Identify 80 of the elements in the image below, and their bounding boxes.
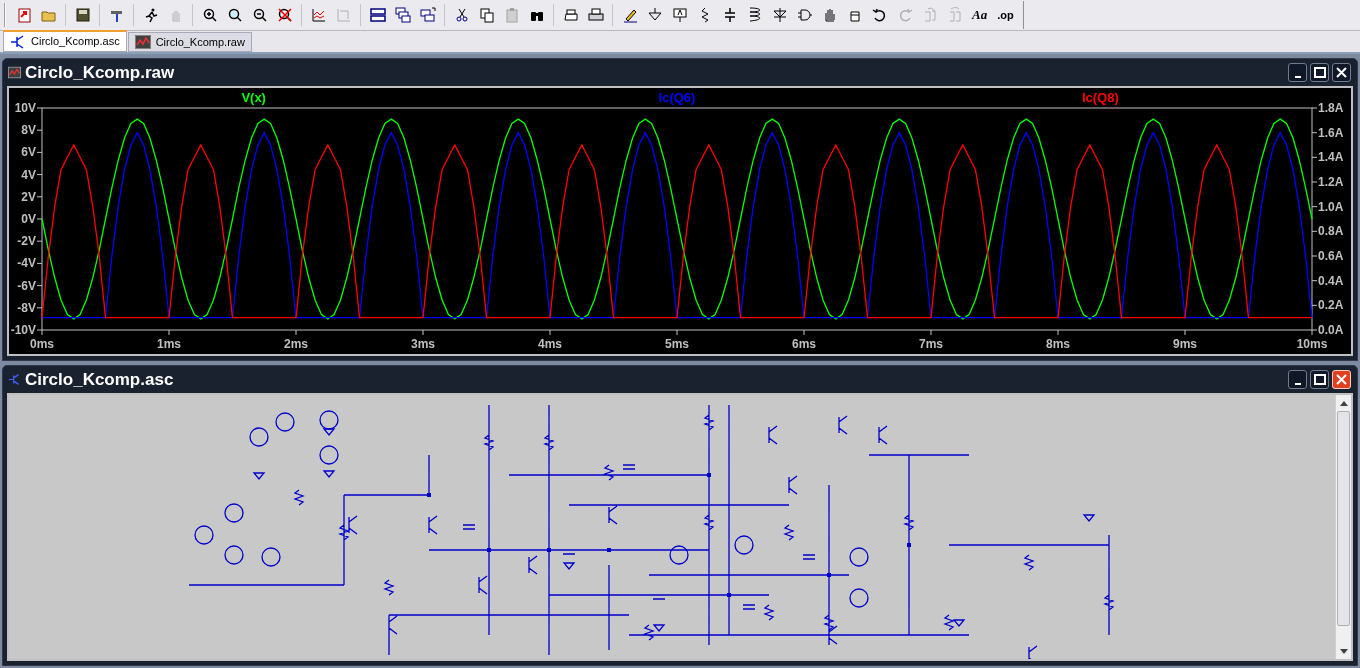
- maximize-button[interactable]: [1310, 63, 1329, 82]
- plot-settings-icon: [335, 7, 352, 23]
- print-preview-icon: [562, 7, 579, 23]
- maximize-icon: [1312, 65, 1327, 80]
- axis-tick-label: 5ms: [665, 337, 689, 351]
- trace-label: V(x): [241, 90, 266, 105]
- waveform-icon: [8, 66, 21, 79]
- minimize-button[interactable]: [1288, 63, 1307, 82]
- font-button[interactable]: Aa: [968, 3, 992, 27]
- document-tab[interactable]: Circlo_Kcomp.raw: [127, 32, 252, 52]
- window-arrange-icon: [419, 7, 436, 23]
- axis-tick-label: 9ms: [1173, 337, 1197, 351]
- minimize-icon: [1294, 76, 1301, 78]
- scissors-icon: [453, 7, 470, 23]
- axis-tick-label: 1.8A: [1318, 101, 1344, 115]
- transistor-icon: [8, 373, 21, 386]
- plot-traces-icon: [310, 7, 327, 23]
- axis-tick-label: -8V: [17, 300, 36, 315]
- close-icon: [1334, 65, 1349, 80]
- zoom-cancel-icon: [276, 7, 293, 23]
- maximize-icon: [1312, 372, 1327, 387]
- axis-tick-label: 10V: [14, 101, 36, 115]
- trace-label: Ic(Q8): [1081, 90, 1119, 105]
- window-title: Circlo_Kcomp.raw: [25, 64, 176, 81]
- printer-icon: [587, 7, 604, 23]
- axis-tick-label: 2V: [21, 189, 36, 204]
- window-title: Circlo_Kcomp.asc: [25, 371, 175, 388]
- axis-tick-label: 0.0A: [1318, 323, 1344, 337]
- undo-icon: [871, 7, 888, 23]
- transistor-icon: [10, 34, 26, 49]
- window-cascade-icon: [394, 7, 411, 23]
- document-tab[interactable]: Circlo_Kcomp.asc: [3, 30, 127, 52]
- axis-tick-label: 0.2A: [1318, 298, 1344, 313]
- axis-tick-label: 0.4A: [1318, 273, 1344, 288]
- axis-tick-label: 1.6A: [1318, 125, 1344, 140]
- axis-tick-label: 8V: [21, 123, 36, 138]
- axis-tick-label: 10ms: [1296, 337, 1328, 351]
- ground-icon: [646, 7, 663, 23]
- copy-icon: [478, 7, 495, 23]
- vertical-scrollbar[interactable]: [1335, 395, 1351, 659]
- scroll-down-icon: [1339, 648, 1348, 654]
- axis-tick-label: 1.2A: [1318, 175, 1344, 189]
- scroll-up-icon: [1339, 400, 1348, 406]
- window-tile-icon: [369, 7, 386, 23]
- axis-tick-label: 4ms: [538, 337, 562, 351]
- close-icon: [1334, 372, 1349, 387]
- close-button[interactable]: [1332, 63, 1351, 82]
- zoom-in-icon: [201, 7, 218, 23]
- clipboard-icon: [503, 7, 520, 23]
- zoom-out-icon: [251, 7, 268, 23]
- axis-tick-label: 8ms: [1046, 337, 1070, 351]
- maximize-button[interactable]: [1310, 370, 1329, 389]
- axis-tick-label: 6ms: [792, 337, 816, 351]
- label-icon: [671, 7, 688, 23]
- axis-tick-label: 0ms: [30, 337, 54, 351]
- axis-tick-label: 1.0A: [1318, 199, 1344, 214]
- axis-tick-label: 0.8A: [1318, 224, 1344, 239]
- minimize-button[interactable]: [1288, 370, 1307, 389]
- axis-tick-label: 1.4A: [1318, 150, 1344, 165]
- axis-tick-label: -4V: [17, 256, 36, 271]
- diode-icon: [771, 7, 788, 23]
- axis-tick-label: 0V: [21, 212, 36, 226]
- magnifier-icon: [226, 7, 243, 23]
- pencil-icon: [621, 7, 638, 23]
- axis-tick-label: 1ms: [157, 337, 181, 351]
- waveform-icon: [134, 35, 151, 49]
- spice-directive-button[interactable]: .op: [993, 3, 1018, 27]
- axis-tick-label: 3ms: [411, 337, 435, 351]
- logic-gate-icon: [796, 7, 813, 23]
- axis-tick-label: -2V: [17, 234, 36, 249]
- axis-tick-label: 4V: [21, 167, 36, 182]
- axis-tick-label: 0.6A: [1318, 249, 1344, 263]
- axis-tick-label: -10V: [10, 323, 36, 337]
- axis-tick-label: 7ms: [919, 337, 943, 351]
- minimize-icon: [1294, 383, 1301, 385]
- axis-tick-label: 6V: [21, 145, 36, 160]
- new-file-icon: [15, 7, 32, 23]
- axis-tick-label: -6V: [17, 278, 36, 293]
- trace-label: Ic(Q6): [658, 90, 696, 105]
- axis-tick-label: 2ms: [284, 337, 308, 351]
